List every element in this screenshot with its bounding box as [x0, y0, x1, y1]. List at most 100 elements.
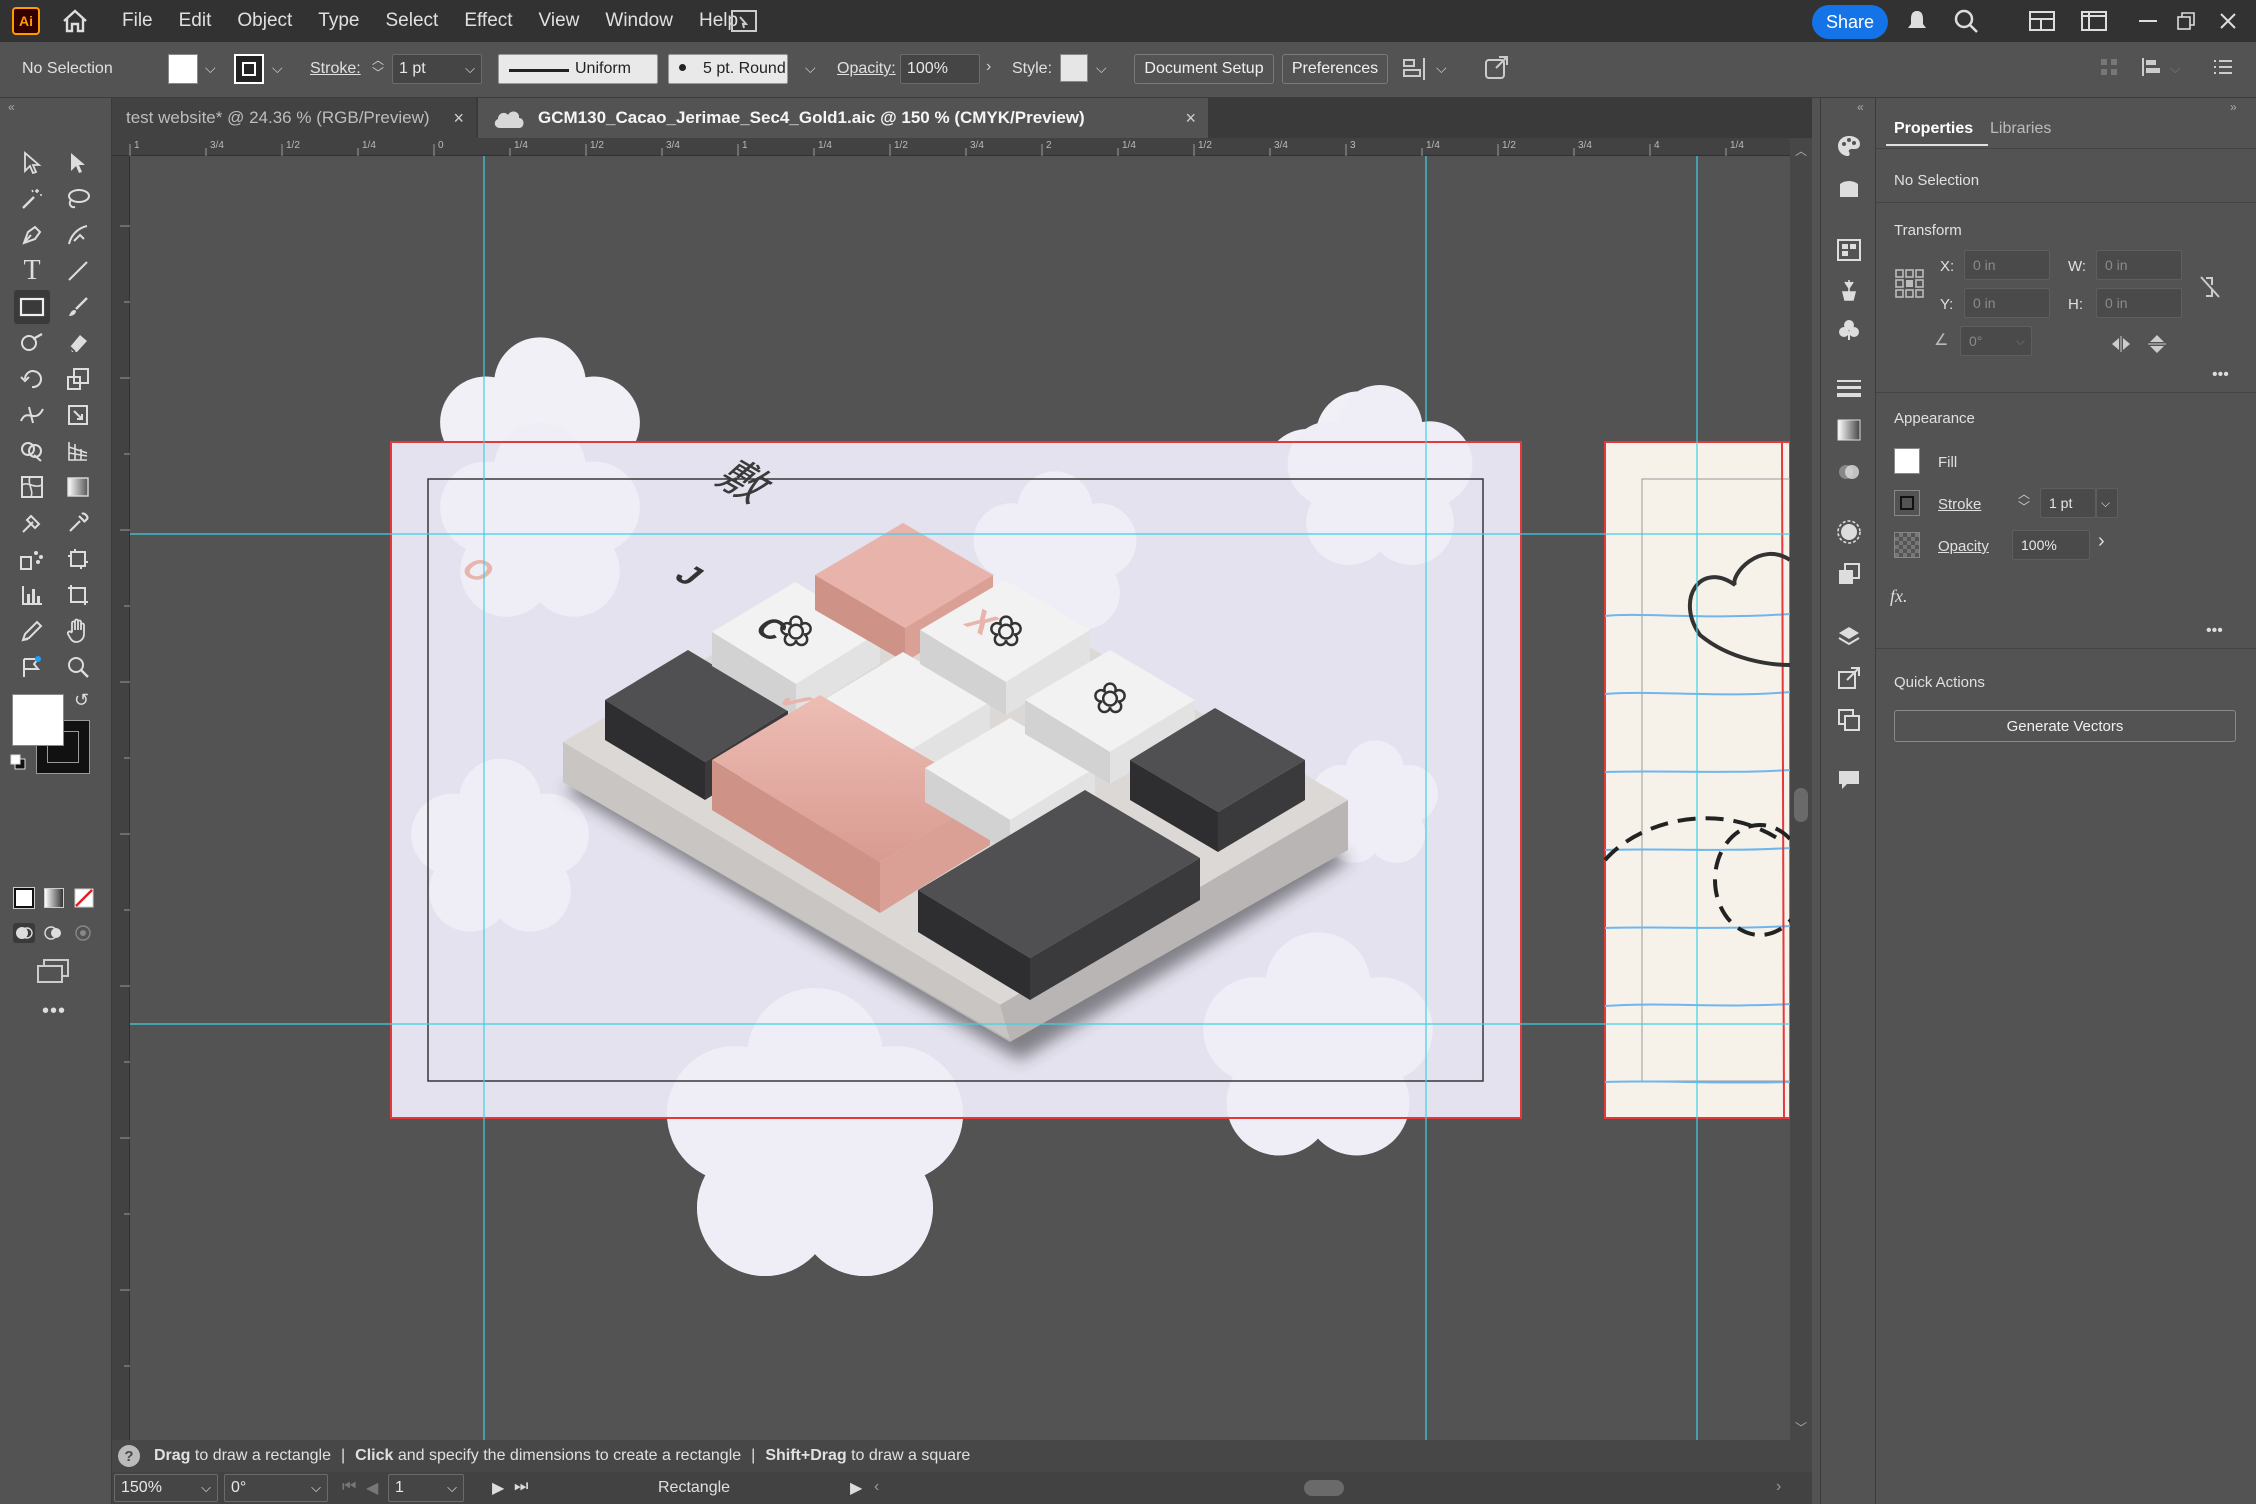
chevron-right-icon[interactable]: › [2098, 530, 2105, 553]
pen-tool-icon[interactable] [14, 218, 50, 252]
color-guide-icon[interactable] [1835, 174, 1863, 202]
artwork-canvas[interactable]: O ✿ 敷 J ✿ C ✿ X ✓ [112, 138, 1790, 1440]
symbols-icon[interactable] [1835, 316, 1863, 344]
stroke-weight-input[interactable]: 1 pt [2040, 488, 2096, 518]
transparency-icon[interactable] [1835, 458, 1863, 486]
draw-behind-icon[interactable] [42, 922, 66, 944]
minimize-icon[interactable] [2134, 7, 2162, 35]
fill-color-swatch[interactable] [12, 694, 64, 746]
horizontal-scroll-thumb[interactable] [1304, 1480, 1344, 1496]
stroke-dropdown-icon[interactable]: ⌵ [272, 60, 283, 77]
appearance-stroke-swatch[interactable] [1894, 490, 1920, 516]
stroke-label[interactable]: Stroke: [310, 60, 361, 78]
color-mode-icon[interactable] [13, 887, 35, 909]
distribute-icon[interactable] [2140, 56, 2162, 78]
chevron-down-icon[interactable]: ⌵ [447, 1480, 457, 1496]
vertical-scrollbar[interactable]: ︿ ﹀ [1790, 138, 1812, 1440]
paintbrush-tool-icon[interactable] [60, 290, 96, 324]
y-position-input[interactable]: 0 in [1964, 288, 2050, 318]
shape-builder-tool-icon[interactable] [14, 434, 50, 468]
perspective-grid-tool-icon[interactable] [60, 434, 96, 468]
preferences-button[interactable]: Preferences [1282, 54, 1388, 84]
align-dropdown-icon[interactable]: ⌵ [1436, 60, 1447, 77]
stroke-swatch[interactable] [234, 54, 264, 84]
last-artboard-icon[interactable]: ⏭ [514, 1478, 528, 1496]
previous-artboard-icon[interactable]: ◀ [366, 1478, 378, 1498]
brushes-icon[interactable] [1835, 276, 1863, 304]
panel-layout-icon[interactable] [2080, 7, 2108, 35]
isolate-icon[interactable] [2100, 58, 2118, 76]
stroke-label[interactable]: Stroke [1938, 496, 1981, 513]
artboard-tool-icon[interactable] [60, 542, 96, 576]
horizontal-ruler[interactable]: 1 3/4 1/2 1/4 0 1/4 1/2 3/4 1 1/4 1/2 3/4 2 1/4 1/2 3/4… [112, 138, 1790, 156]
canvas-area[interactable]: O ✿ 敷 J ✿ C ✿ X ✓ [112, 138, 1790, 1440]
scroll-up-icon[interactable]: ︿ [1795, 142, 1807, 159]
shaper-tool-icon[interactable] [14, 326, 50, 360]
eraser-tool-icon[interactable] [60, 326, 96, 360]
generate-vectors-button[interactable]: Generate Vectors [1894, 710, 2236, 742]
search-icon[interactable] [1952, 7, 1980, 35]
vertical-ruler[interactable] [112, 156, 130, 1440]
rotate-tool-icon[interactable] [14, 362, 50, 396]
first-artboard-icon[interactable]: ⏮ [342, 1478, 356, 1496]
export-icon[interactable] [1484, 54, 1512, 82]
menu-type[interactable]: Type [318, 10, 359, 32]
selection-tool-icon[interactable] [14, 146, 50, 180]
appearance-panel-icon[interactable] [1835, 518, 1863, 546]
menu-select[interactable]: Select [386, 10, 439, 32]
workspace-icon[interactable] [2028, 7, 2056, 35]
flip-horizontal-icon[interactable] [2110, 336, 2132, 352]
curvature-tool-icon[interactable] [60, 218, 96, 252]
magic-wand-tool-icon[interactable] [14, 182, 50, 216]
bell-icon[interactable] [1903, 7, 1931, 35]
chevron-down-icon[interactable]: ⌵ [311, 1480, 321, 1496]
blend-tool-icon[interactable] [14, 506, 50, 540]
opacity-label[interactable]: Opacity: [837, 60, 896, 78]
tab-libraries[interactable]: Libraries [1990, 120, 2051, 138]
mesh-tool-icon[interactable] [14, 470, 50, 504]
pencil-tool-icon[interactable] [14, 614, 50, 648]
color-panel-icon[interactable] [1835, 132, 1863, 160]
fill-dropdown-icon[interactable]: ⌵ [205, 60, 216, 77]
brush-definition[interactable]: 5 pt. Round [668, 54, 788, 84]
gradient-panel-icon[interactable] [1835, 416, 1863, 444]
height-input[interactable]: 0 in [2096, 288, 2182, 318]
style-dropdown-icon[interactable]: ⌵ [1096, 60, 1107, 77]
chevron-down-icon[interactable]: ⌵ [2016, 334, 2025, 349]
scroll-left-icon[interactable]: ‹ [874, 1478, 879, 1496]
fx-button[interactable]: fx. [1890, 586, 1908, 607]
appearance-fill-swatch[interactable] [1894, 448, 1920, 474]
stroke-weight-input[interactable]: 1 pt ⌵ [392, 54, 482, 84]
symbol-sprayer-tool-icon[interactable] [14, 542, 50, 576]
share-button[interactable]: Share [1812, 5, 1888, 39]
eyedropper-tool-icon[interactable] [60, 506, 96, 540]
gradient-mode-icon[interactable] [44, 888, 64, 908]
next-artboard-icon[interactable]: ▶ [492, 1478, 504, 1498]
menu-object[interactable]: Object [237, 10, 292, 32]
graphic-styles-icon[interactable] [1835, 560, 1863, 588]
puppet-warp-tool-icon[interactable] [14, 650, 50, 684]
home-icon[interactable] [58, 4, 92, 38]
graphic-style-swatch[interactable] [1060, 54, 1088, 82]
help-icon[interactable]: ? [118, 1445, 140, 1467]
tab-test-website[interactable]: test website* @ 24.36 % (RGB/Preview) × [112, 98, 476, 138]
free-transform-tool-icon[interactable] [60, 398, 96, 432]
arrange-documents-icon[interactable] [730, 7, 758, 35]
distribute-dropdown-icon[interactable]: ⌵ [2170, 60, 2181, 77]
stroke-stepper-icon[interactable]: ︿ ﹀ [372, 54, 384, 80]
swatches-icon[interactable] [1835, 236, 1863, 264]
transform-more-icon[interactable]: ••• [2212, 366, 2229, 384]
gradient-tool-icon[interactable] [60, 470, 96, 504]
flip-vertical-icon[interactable] [2148, 334, 2166, 354]
line-segment-tool-icon[interactable] [60, 254, 96, 288]
scroll-down-icon[interactable]: ﹀ [1795, 1419, 1807, 1436]
collapse-panel-icon[interactable]: » [2230, 100, 2237, 114]
menu-effect[interactable]: Effect [464, 10, 512, 32]
chevron-down-icon[interactable]: ⌵ [201, 1480, 211, 1496]
menu-view[interactable]: View [539, 10, 580, 32]
screen-mode-icon[interactable] [36, 958, 70, 984]
variable-width-profile[interactable]: Uniform ⌵ [498, 54, 679, 84]
menu-window[interactable]: Window [605, 10, 673, 32]
chevron-down-icon[interactable]: ⌵ [465, 61, 475, 77]
asset-export-icon[interactable] [1835, 664, 1863, 692]
